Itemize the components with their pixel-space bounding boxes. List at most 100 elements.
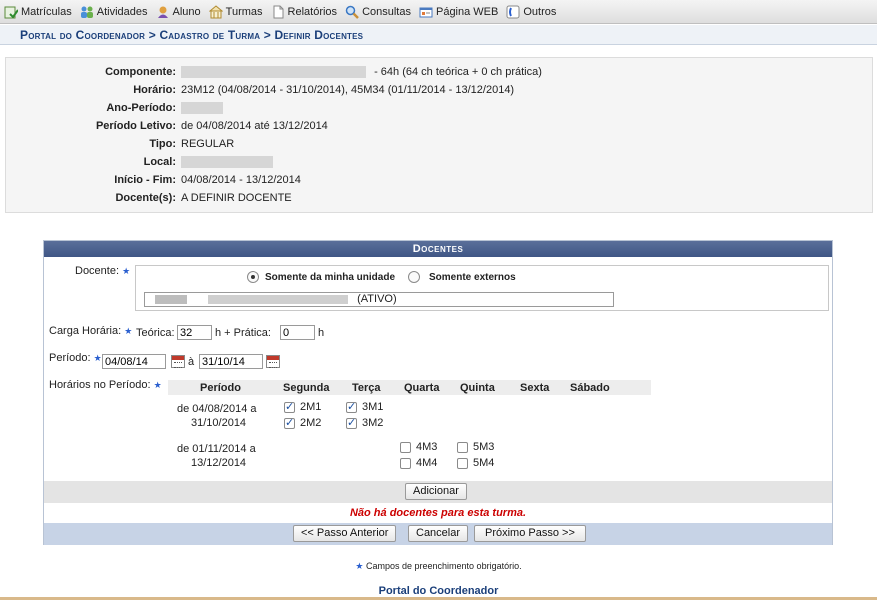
slot-4m4[interactable]: 4M4 xyxy=(400,457,437,469)
checkbox-4m4[interactable] xyxy=(400,457,411,469)
periodo-label-text: Período: xyxy=(49,352,91,364)
menu-label: Aluno xyxy=(172,5,201,18)
horarios-label-text: Horários no Período: xyxy=(49,379,151,391)
info-label: Início - Fim: xyxy=(114,174,176,186)
radio-own-unit[interactable] xyxy=(247,271,259,283)
required-fields-note: ★ Campos de preenchimento obrigatório. xyxy=(0,561,877,572)
menu-item-outros[interactable]: Outros xyxy=(506,5,556,19)
reports-icon xyxy=(271,5,285,19)
checkbox-3m1[interactable] xyxy=(346,400,357,413)
required-note-text: Campos de preenchimento obrigatório. xyxy=(366,561,522,571)
radio-external-option[interactable]: Somente externos xyxy=(408,271,516,283)
info-label: Local: xyxy=(143,156,176,168)
info-inicio-fim: Início - Fim: 04/08/2014 - 13/12/2014 xyxy=(6,171,872,189)
slot-5m3[interactable]: 5M3 xyxy=(457,441,494,453)
menu-item-matriculas[interactable]: Matrículas xyxy=(4,5,72,19)
radio-own-unit-label: Somente da minha unidade xyxy=(265,271,396,283)
slot-label: 4M4 xyxy=(416,457,438,469)
col-periodo: Período xyxy=(200,382,241,394)
periodo-start-input[interactable] xyxy=(102,354,166,369)
calendar-icon[interactable] xyxy=(171,355,185,368)
info-value xyxy=(181,102,223,115)
info-horario: Horário: 23M12 (04/08/2014 - 31/10/2014)… xyxy=(6,81,872,99)
radio-own-unit-option[interactable]: Somente da minha unidade xyxy=(247,271,395,283)
slot-3m1[interactable]: 3M1 xyxy=(346,400,384,413)
info-value: 04/08/2014 - 13/12/2014 xyxy=(181,174,301,186)
info-docentes: Docente(s): A DEFINIR DOCENTE xyxy=(6,189,872,207)
menu-item-turmas[interactable]: Turmas xyxy=(208,4,263,19)
redacted-ano-periodo xyxy=(181,102,223,115)
checkbox-2m2[interactable] xyxy=(284,416,295,429)
menu-label: Página WEB xyxy=(435,5,499,18)
col-sabado: Sábado xyxy=(570,382,610,394)
slot-label: 3M1 xyxy=(362,401,384,413)
menu-item-relatorios[interactable]: Relatórios xyxy=(271,5,338,19)
menu-label: Turmas xyxy=(225,5,263,18)
no-docentes-message: Não há docentes para esta turma. xyxy=(349,507,527,519)
checkbox-2m1[interactable] xyxy=(284,400,295,413)
menu-item-aluno[interactable]: Aluno xyxy=(156,5,201,19)
required-star-icon: ★ xyxy=(93,353,102,363)
menu-label: Consultas xyxy=(362,5,411,18)
info-ano-periodo: Ano-Período: xyxy=(6,99,872,117)
menu-label: Relatórios xyxy=(287,5,338,18)
slot-label: 3M2 xyxy=(362,417,384,429)
componente-suffix: - 64h (64 ch teórica + 0 ch prática) xyxy=(374,65,542,78)
classes-icon xyxy=(208,4,223,19)
previous-step-button[interactable]: << Passo Anterior xyxy=(293,525,397,542)
menu-item-pagina-web[interactable]: Página WEB xyxy=(419,5,498,19)
docente-selection-box: Somente da minha unidade Somente externo… xyxy=(135,265,829,311)
cancel-button[interactable]: Cancelar xyxy=(408,525,469,542)
slot-label: 2M2 xyxy=(300,417,322,429)
row1-period-line1: de 04/08/2014 a xyxy=(177,403,257,415)
info-value xyxy=(181,156,273,169)
checkbox-5m3[interactable] xyxy=(457,441,468,453)
checkbox-3m2[interactable] xyxy=(346,416,357,429)
calendar-icon[interactable] xyxy=(266,355,280,368)
docente-status: (ATIVO) xyxy=(357,293,397,305)
slot-label: 5M4 xyxy=(473,457,495,469)
info-periodo-letivo: Período Letivo: de 04/08/2014 até 13/12/… xyxy=(6,117,872,135)
redacted-local xyxy=(181,156,273,169)
info-componente: Componente: - 64h (64 ch teórica + 0 ch … xyxy=(6,63,872,81)
info-label: Período Letivo: xyxy=(95,120,176,132)
menu-item-atividades[interactable]: Atividades xyxy=(80,5,148,19)
pratica-hours-input[interactable] xyxy=(280,325,315,340)
docentes-panel: Docentes Docente: ★ Somente da minha uni… xyxy=(43,240,833,545)
checkbox-4m3[interactable] xyxy=(400,441,411,453)
slot-4m3[interactable]: 4M3 xyxy=(400,441,437,453)
webpage-icon xyxy=(419,5,433,19)
next-step-button[interactable]: Próximo Passo >> xyxy=(474,525,586,542)
radio-external[interactable] xyxy=(408,271,420,283)
enrollment-icon xyxy=(4,5,18,19)
horarios-label: Horários no Período: ★ xyxy=(49,379,162,391)
docente-input[interactable]: (ATIVO) xyxy=(144,292,614,307)
slot-2m1[interactable]: 2M1 xyxy=(284,400,322,413)
panel-title: Docentes xyxy=(44,241,832,257)
menu-label: Outros xyxy=(523,5,557,18)
teorica-hours-input[interactable] xyxy=(177,325,212,340)
info-value: de 04/08/2014 até 13/12/2014 xyxy=(181,120,328,132)
docente-label-text: Docente: xyxy=(75,265,120,277)
required-star-icon: ★ xyxy=(124,326,133,336)
portal-coordenador-link[interactable]: Portal do Coordenador xyxy=(0,585,877,597)
carga-label-text: Carga Horária: xyxy=(49,325,122,337)
others-icon xyxy=(506,5,520,19)
slot-label: 2M1 xyxy=(300,401,322,413)
col-sexta: Sexta xyxy=(520,382,550,394)
slot-5m4[interactable]: 5M4 xyxy=(457,457,494,469)
info-label: Componente: xyxy=(105,66,176,78)
menu-item-consultas[interactable]: Consultas xyxy=(345,5,411,19)
col-terca: Terça xyxy=(352,382,381,394)
slot-2m2[interactable]: 2M2 xyxy=(284,416,322,429)
periodo-end-input[interactable] xyxy=(199,354,263,369)
info-value: A DEFINIR DOCENTE xyxy=(181,192,292,204)
required-star-icon: ★ xyxy=(153,380,162,390)
checkbox-5m4[interactable] xyxy=(457,457,468,469)
student-icon xyxy=(156,5,170,19)
info-tipo: Tipo: REGULAR xyxy=(6,135,872,153)
redacted-componente xyxy=(181,66,366,79)
add-button[interactable]: Adicionar xyxy=(405,483,467,500)
periodo-separator: à xyxy=(188,356,195,368)
slot-3m2[interactable]: 3M2 xyxy=(346,416,384,429)
